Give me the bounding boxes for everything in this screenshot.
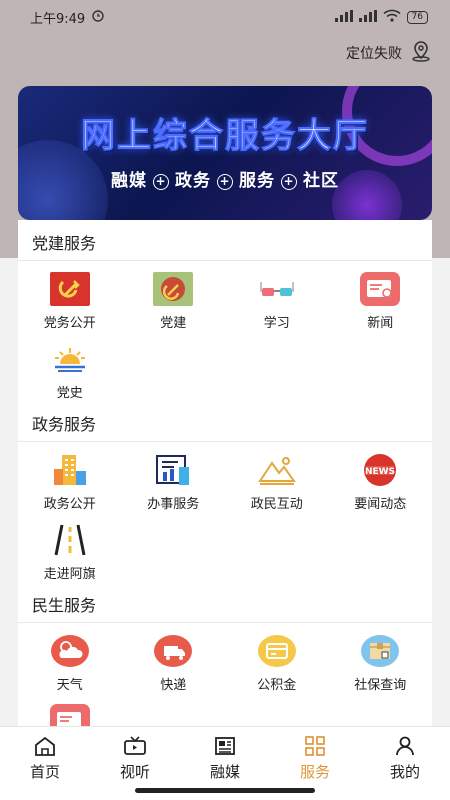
service-news[interactable]: 新闻 bbox=[329, 261, 433, 331]
news-badge-icon: NEWS bbox=[360, 452, 400, 487]
service-study[interactable]: 学习 bbox=[225, 261, 329, 331]
service-label: 走进阿旗 bbox=[43, 567, 96, 582]
status-time: 上午9:49 bbox=[30, 11, 86, 27]
service-weather[interactable]: 天气 bbox=[18, 623, 122, 693]
service-label: 天气 bbox=[56, 678, 83, 693]
nav-label: 视听 bbox=[119, 763, 150, 781]
glasses-icon bbox=[257, 271, 297, 306]
banner-title: 网上综合服务大厅 bbox=[81, 116, 369, 157]
service-express[interactable]: 快递 bbox=[122, 623, 226, 693]
service-interaction[interactable]: 政民互动 bbox=[225, 442, 329, 512]
service-label: 公积金 bbox=[257, 678, 297, 693]
service-headline-news[interactable]: NEWS 要闻动态 bbox=[329, 442, 433, 512]
service-more[interactable] bbox=[18, 693, 122, 726]
svg-text:NEWS: NEWS bbox=[365, 467, 395, 477]
service-label: 党务公开 bbox=[43, 316, 96, 331]
signal-icon-2 bbox=[358, 9, 377, 25]
banner-tag: 融媒 bbox=[111, 171, 147, 191]
nav-home[interactable]: 首页 bbox=[0, 727, 90, 800]
service-label: 党史 bbox=[56, 386, 83, 401]
wifi-icon bbox=[383, 9, 401, 25]
service-label: 学习 bbox=[263, 316, 290, 331]
government-services-grid: 政务公开 办事服务 政民互动 NEWS 要闻动态 走进阿旗 bbox=[18, 442, 432, 582]
party-flag-icon bbox=[49, 271, 90, 306]
signal-icon bbox=[334, 9, 353, 25]
service-gov-affairs[interactable]: 政务公开 bbox=[18, 442, 122, 512]
banner-tag: 政务 bbox=[175, 171, 211, 191]
sunrise-icon bbox=[50, 341, 90, 376]
user-icon bbox=[393, 735, 417, 757]
service-social-security[interactable]: 社保查询 bbox=[329, 623, 433, 693]
newspaper-icon bbox=[213, 735, 237, 757]
service-party-history[interactable]: 党史 bbox=[18, 331, 122, 401]
home-icon bbox=[33, 735, 57, 757]
status-bar: 上午9:49 76 bbox=[0, 0, 450, 34]
nav-label: 服务 bbox=[299, 763, 330, 781]
home-indicator bbox=[135, 788, 315, 793]
section-title-livelihood: 民生服务 bbox=[18, 582, 432, 623]
banner-tag: 社区 bbox=[303, 171, 339, 191]
service-label: 政务公开 bbox=[43, 497, 96, 512]
tv-icon bbox=[123, 735, 147, 757]
service-label: 政民互动 bbox=[250, 497, 303, 512]
service-party-affairs[interactable]: 党务公开 bbox=[18, 261, 122, 331]
news-icon bbox=[49, 703, 90, 726]
buildings-icon bbox=[50, 452, 90, 487]
service-housing-fund[interactable]: 公积金 bbox=[225, 623, 329, 693]
plus-icon: + bbox=[281, 174, 297, 190]
services-card: 党建服务 党务公开 党建 学习 新闻 党史 政务服务 政务公开 办事服务 政民互… bbox=[18, 220, 432, 726]
banner-tag: 服务 bbox=[239, 171, 275, 191]
office-chart-icon bbox=[153, 452, 193, 487]
location-button[interactable]: 定位失败 bbox=[346, 40, 432, 66]
weather-icon bbox=[50, 633, 90, 668]
service-label: 快递 bbox=[160, 678, 187, 693]
delivery-icon bbox=[153, 633, 193, 668]
plus-icon: + bbox=[153, 174, 169, 190]
nav-label: 融媒 bbox=[209, 763, 240, 781]
plus-icon: + bbox=[217, 174, 233, 190]
service-label: 要闻动态 bbox=[354, 497, 407, 512]
party-services-grid: 党务公开 党建 学习 新闻 党史 bbox=[18, 261, 432, 401]
service-visit-aqi[interactable]: 走进阿旗 bbox=[18, 512, 122, 582]
service-label: 新闻 bbox=[367, 316, 394, 331]
grid-icon bbox=[303, 735, 327, 757]
location-pin-icon bbox=[410, 40, 432, 66]
section-title-government: 政务服务 bbox=[18, 401, 432, 442]
banner-tags: 融媒 + 政务 + 服务 + 社区 bbox=[18, 166, 432, 191]
card-icon bbox=[257, 633, 297, 668]
service-label: 办事服务 bbox=[147, 497, 200, 512]
alarm-icon bbox=[91, 8, 105, 26]
service-hall-banner[interactable]: 网上综合服务大厅 融媒 + 政务 + 服务 + 社区 bbox=[18, 86, 432, 220]
location-label: 定位失败 bbox=[346, 46, 402, 62]
mountain-icon bbox=[257, 452, 297, 487]
nav-label: 我的 bbox=[389, 763, 420, 781]
service-label: 党建 bbox=[160, 316, 187, 331]
road-icon bbox=[50, 522, 90, 557]
service-party-building[interactable]: 党建 bbox=[122, 261, 226, 331]
nav-profile[interactable]: 我的 bbox=[360, 727, 450, 800]
party-emblem-icon bbox=[153, 271, 194, 306]
nav-label: 首页 bbox=[29, 763, 60, 781]
battery-indicator: 76 bbox=[406, 10, 428, 24]
section-title-party: 党建服务 bbox=[18, 220, 432, 261]
news-icon bbox=[360, 271, 401, 306]
package-icon bbox=[360, 633, 400, 668]
service-handle-affairs[interactable]: 办事服务 bbox=[122, 442, 226, 512]
livelihood-services-grid: 天气 快递 公积金 社保查询 bbox=[18, 623, 432, 726]
service-label: 社保查询 bbox=[354, 678, 407, 693]
